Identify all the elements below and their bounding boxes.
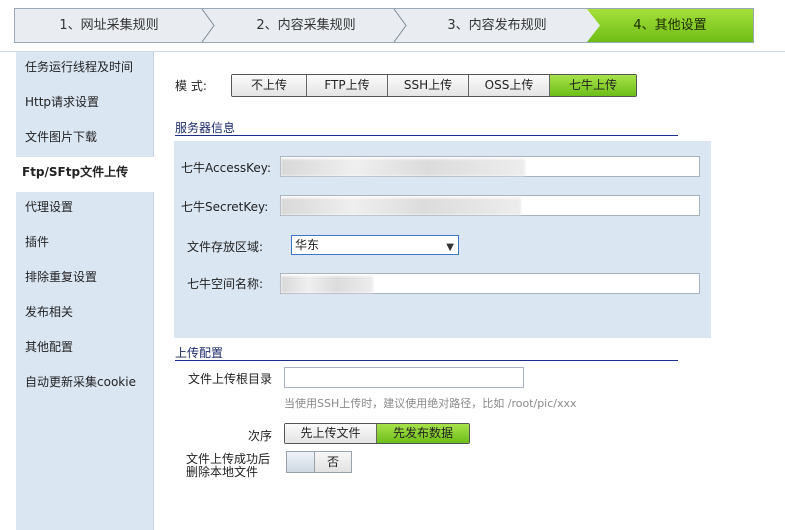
sidebar-item-ftp-upload[interactable]: Ftp/SFtp文件上传: [16, 157, 155, 192]
mode-option-oss[interactable]: OSS上传: [469, 75, 550, 96]
step-label: 4、其他设置: [633, 18, 707, 33]
sidebar-item-proxy[interactable]: 代理设置: [16, 192, 153, 227]
toggle-knob: [287, 452, 315, 472]
wizard-steps: 1、网址采集规则 2、内容采集规则 3、内容发布规则 4、其他设置: [0, 0, 785, 52]
section-divider: [175, 360, 678, 361]
step-publish-rules[interactable]: 3、内容发布规则: [403, 9, 591, 42]
root-dir-label: 文件上传根目录: [188, 372, 273, 386]
mode-option-ssh[interactable]: SSH上传: [388, 75, 469, 96]
mode-selector: 不上传 FTP上传 SSH上传 OSS上传 七牛上传: [231, 74, 637, 97]
step-url-rules[interactable]: 1、网址采集规则: [15, 9, 203, 42]
sidebar-item-file-download[interactable]: 文件图片下载: [16, 122, 153, 157]
order-label: 次序: [248, 429, 273, 443]
region-label: 文件存放区域:: [187, 240, 264, 254]
redacted-value: [281, 198, 521, 215]
bucket-input[interactable]: [280, 273, 700, 294]
step-separator-icon: [393, 9, 407, 42]
sidebar-item-other[interactable]: 其他配置: [16, 332, 153, 367]
redacted-value: [281, 159, 525, 176]
step-separator-icon: [201, 9, 215, 42]
bucket-label: 七牛空间名称:: [187, 277, 264, 291]
wizard-steps-frame: 1、网址采集规则 2、内容采集规则 3、内容发布规则 4、其他设置: [14, 8, 754, 43]
main-panel: 模 式: 不上传 FTP上传 SSH上传 OSS上传 七牛上传 服务器信息 七牛…: [155, 52, 785, 530]
region-value: 华东: [295, 238, 320, 252]
step-other-settings[interactable]: 4、其他设置: [587, 9, 753, 42]
secret-key-input[interactable]: [280, 195, 700, 216]
chevron-down-icon: ▼: [446, 242, 454, 253]
sidebar: 任务运行线程及时间 Http请求设置 文件图片下载 Ftp/SFtp文件上传 代…: [16, 52, 155, 530]
sidebar-item-cookie[interactable]: 自动更新采集cookie: [16, 367, 153, 402]
root-dir-hint: 当使用SSH上传时，建议使用绝对路径，比如 /root/pic/xxx: [284, 397, 577, 410]
mode-label: 模 式:: [175, 79, 207, 93]
order-upload-first[interactable]: 先上传文件: [285, 424, 377, 443]
server-info-box: 七牛AccessKey: 七牛SecretKey: 文件存放区域: 华东 ▼ 七…: [174, 141, 711, 338]
step-content-rules[interactable]: 2、内容采集规则: [211, 9, 401, 42]
step-label: 2、内容采集规则: [256, 18, 356, 33]
order-publish-first[interactable]: 先发布数据: [377, 424, 469, 443]
mode-option-qiniu[interactable]: 七牛上传: [550, 75, 636, 96]
redacted-value: [281, 276, 373, 293]
sidebar-item-task-thread[interactable]: 任务运行线程及时间: [16, 52, 153, 87]
access-key-label: 七牛AccessKey:: [181, 161, 272, 175]
upload-config-title: 上传配置: [175, 346, 224, 360]
sidebar-item-publish[interactable]: 发布相关: [16, 297, 153, 332]
region-select[interactable]: 华东 ▼: [291, 235, 459, 255]
root-dir-input[interactable]: [284, 367, 524, 388]
access-key-input[interactable]: [280, 156, 700, 177]
toggle-value: 否: [326, 455, 339, 469]
delete-local-toggle[interactable]: 否: [286, 451, 352, 473]
server-info-title: 服务器信息: [175, 121, 236, 135]
sidebar-item-dedupe[interactable]: 排除重复设置: [16, 262, 153, 297]
sidebar-item-plugins[interactable]: 插件: [16, 227, 153, 262]
order-selector: 先上传文件 先发布数据: [284, 423, 470, 444]
step-label: 3、内容发布规则: [447, 18, 547, 33]
step-label: 1、网址采集规则: [59, 18, 159, 33]
mode-option-none[interactable]: 不上传: [232, 75, 307, 96]
section-divider: [175, 135, 678, 136]
sidebar-item-http[interactable]: Http请求设置: [16, 87, 153, 122]
secret-key-label: 七牛SecretKey:: [181, 200, 269, 214]
delete-local-label-line2: 删除本地文件: [186, 465, 259, 479]
mode-option-ftp[interactable]: FTP上传: [307, 75, 388, 96]
